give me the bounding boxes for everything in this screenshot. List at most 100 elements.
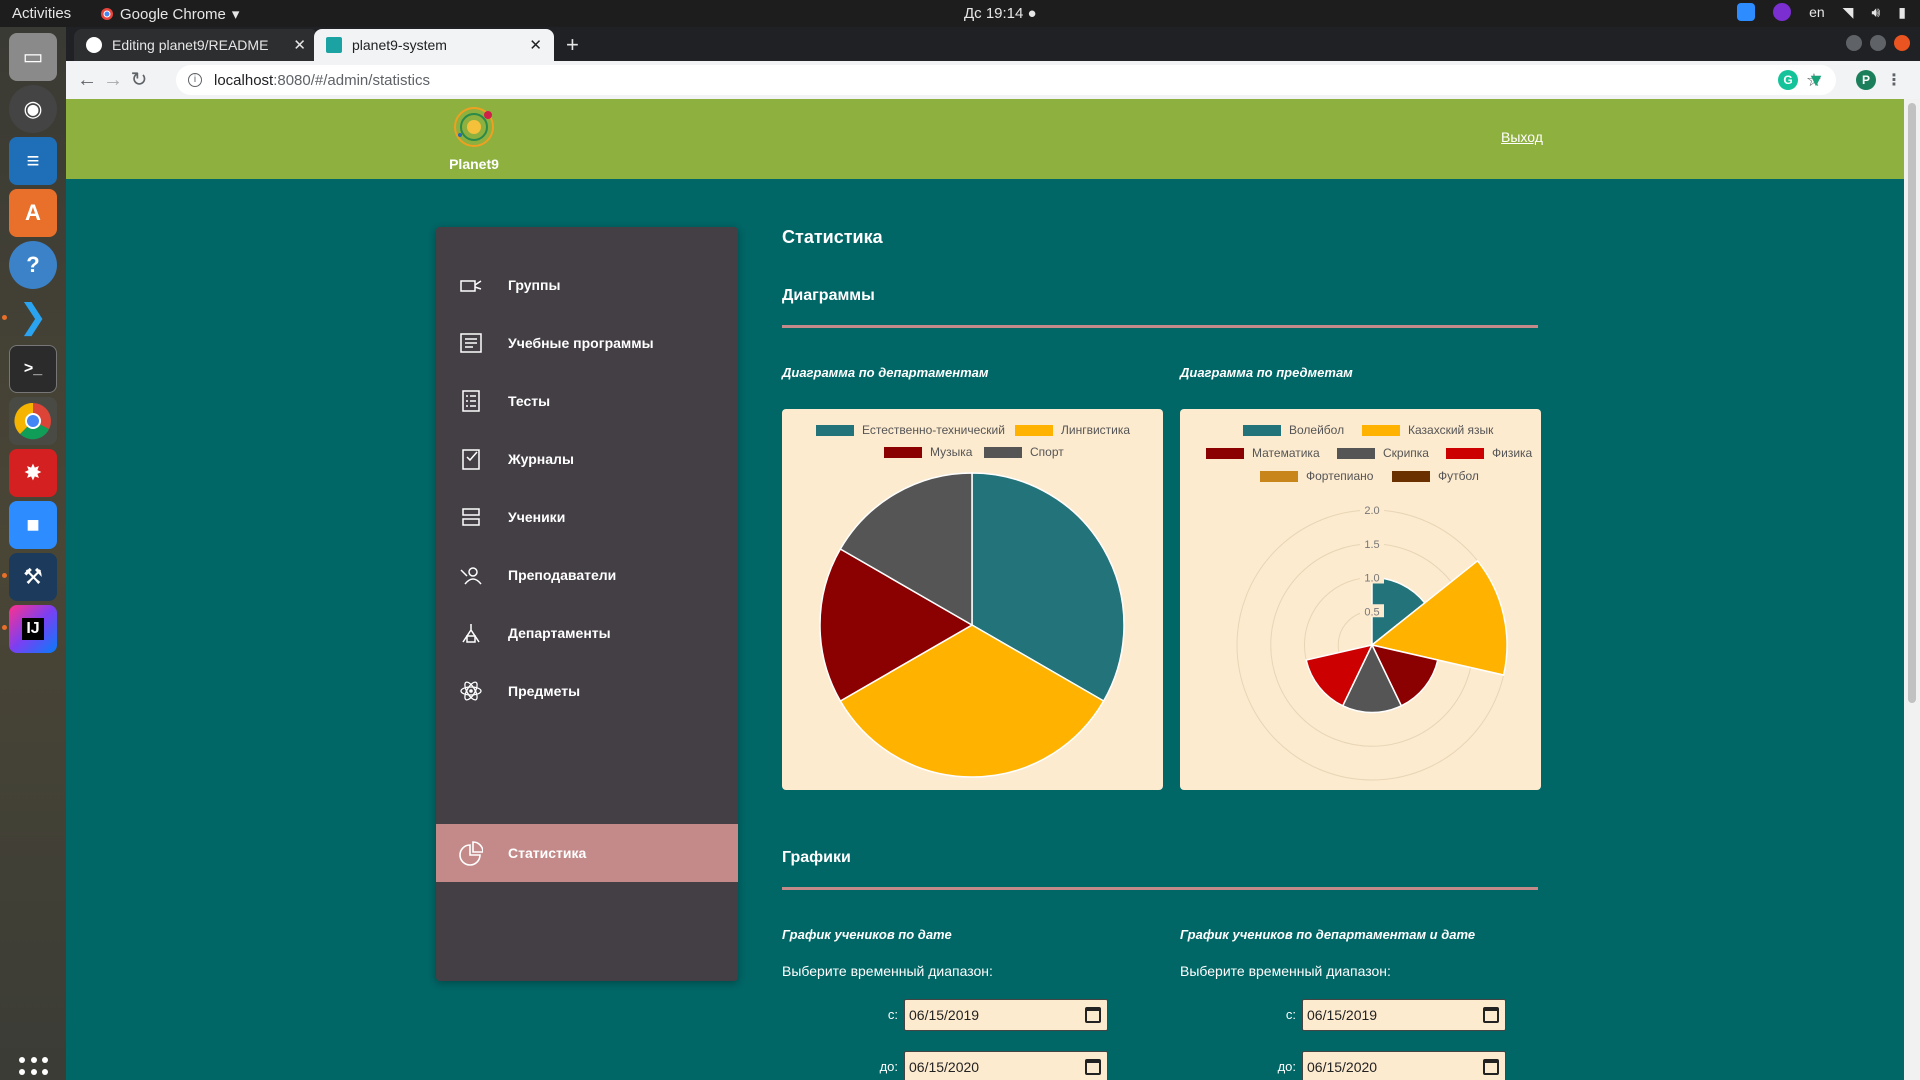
logout-link[interactable]: Выход: [1501, 129, 1543, 145]
subj-chart-title: Диаграмма по предметам: [1180, 365, 1353, 380]
language-indicator[interactable]: en: [1809, 4, 1825, 20]
date-value: 06/15/2019: [909, 1007, 980, 1023]
sidebar-item-students[interactable]: Ученики: [436, 488, 738, 546]
profile-avatar[interactable]: P: [1856, 70, 1876, 90]
planet9-logo-icon: [454, 107, 494, 147]
from-label: с:: [887, 1007, 898, 1022]
mysql-workbench-icon[interactable]: ⚒: [9, 553, 57, 601]
calendar-icon[interactable]: [1085, 1059, 1101, 1075]
rhythmbox-icon[interactable]: ◉: [9, 85, 57, 133]
clock[interactable]: Дс 19:14 ●: [964, 5, 1037, 22]
sidebar-item-groups[interactable]: Группы: [436, 256, 738, 314]
graph2-title: График учеников по департаментам и дате: [1180, 927, 1476, 942]
to-label: до:: [879, 1059, 898, 1074]
close-icon[interactable]: ✕: [529, 36, 542, 54]
sidebar-item-teachers[interactable]: Преподаватели: [436, 546, 738, 604]
app-menu-label: Google Chrome: [120, 5, 226, 23]
vscode-icon[interactable]: ❯: [9, 293, 57, 341]
scrollbar-thumb[interactable]: [1908, 103, 1916, 703]
divider: [782, 887, 1538, 890]
zoom-icon[interactable]: ■: [9, 501, 57, 549]
close-icon[interactable]: ✕: [293, 36, 306, 54]
app-tray-icon[interactable]: [1773, 3, 1792, 21]
app-header: Planet9 Выход: [66, 99, 1904, 179]
help-icon[interactable]: ?: [9, 241, 57, 289]
polar-tick-label: 0.5: [1364, 606, 1379, 618]
to-label: до:: [1277, 1059, 1296, 1074]
sidebar-item-statistics[interactable]: Статистика: [436, 824, 738, 882]
wolfram-icon[interactable]: ✸: [9, 449, 57, 497]
app-menu[interactable]: Google Chrome ▾: [100, 5, 239, 23]
minimize-button[interactable]: [1846, 35, 1862, 51]
graph1-to-date-input[interactable]: 06/15/2020: [904, 1051, 1108, 1080]
sidebar-item-label: Журналы: [508, 451, 574, 467]
subjects-atom-icon: [459, 679, 483, 703]
chrome-small-icon: [101, 8, 113, 20]
calendar-icon[interactable]: [1483, 1059, 1499, 1075]
journals-icon: [459, 447, 483, 471]
tab-label: planet9-system: [352, 37, 447, 53]
battery-icon[interactable]: ▮: [1898, 4, 1906, 21]
intellij-icon[interactable]: IJ: [9, 605, 57, 653]
activities-button[interactable]: Activities: [12, 5, 71, 22]
github-icon: [86, 37, 102, 53]
calendar-icon[interactable]: [1483, 1007, 1499, 1023]
graph2-to-date-input[interactable]: 06/15/2020: [1302, 1051, 1506, 1080]
sidebar-item-label: Группы: [508, 277, 561, 293]
files-icon[interactable]: ▭: [9, 33, 57, 81]
page-scrollbar[interactable]: [1904, 99, 1920, 1080]
tests-icon: [459, 389, 483, 413]
sidebar-item-label: Преподаватели: [508, 567, 617, 583]
new-tab-button[interactable]: +: [566, 32, 579, 58]
graph2-from-date-input[interactable]: 06/15/2019: [1302, 999, 1506, 1031]
tab-readme[interactable]: Editing planet9/README ✕: [74, 29, 318, 61]
maximize-button[interactable]: [1870, 35, 1886, 51]
sidebar-item-label: Ученики: [508, 509, 566, 525]
statistics-pie-icon: [459, 841, 483, 866]
menu-kebab-icon[interactable]: ⋮: [1884, 70, 1904, 90]
back-arrow-icon[interactable]: ←: [74, 67, 100, 93]
dept-chart-title: Диаграмма по департаментам: [782, 365, 989, 380]
vue-devtools-extension-icon[interactable]: ▼: [1806, 70, 1826, 90]
polar-tick-label: 1.0: [1364, 573, 1379, 585]
sidebar-item-subjects[interactable]: Предметы: [436, 662, 738, 720]
zoom-tray-icon[interactable]: [1737, 3, 1756, 21]
sidebar-item-tests[interactable]: Тесты: [436, 372, 738, 430]
logo[interactable]: Planet9: [444, 105, 504, 172]
sidebar-item-journals[interactable]: Журналы: [436, 430, 738, 488]
grammarly-extension-icon[interactable]: G: [1778, 70, 1798, 90]
show-apps-icon[interactable]: [19, 1057, 49, 1080]
info-icon[interactable]: i: [188, 73, 202, 87]
calendar-icon[interactable]: [1085, 1007, 1101, 1023]
chrome-icon[interactable]: [9, 397, 57, 445]
running-indicator: [2, 625, 7, 630]
window-close-button[interactable]: [1894, 35, 1910, 51]
polar-tick-label: 2.0: [1364, 505, 1379, 517]
departments-icon: [459, 621, 483, 645]
software-center-icon[interactable]: A: [9, 189, 57, 237]
diagrams-heading: Диаграммы: [782, 287, 875, 304]
polar-tick-label: 1.5: [1364, 539, 1379, 551]
sidebar-item-label: Тесты: [508, 393, 551, 409]
sidebar-item-label: Департаменты: [508, 625, 611, 641]
writer-icon[interactable]: ≡: [9, 137, 57, 185]
date-value: 06/15/2019: [1307, 1007, 1378, 1023]
dock: ▭ ◉ ≡ A ? ❯ >_ ✸ ■ ⚒ IJ: [0, 27, 66, 1080]
reload-icon[interactable]: ↻: [126, 67, 152, 93]
divider: [782, 325, 1538, 328]
forward-arrow-icon[interactable]: →: [100, 67, 126, 93]
from-label: с:: [1285, 1007, 1296, 1022]
dept-pie-chart: [819, 472, 1125, 778]
wifi-icon[interactable]: ◥: [1843, 4, 1854, 21]
terminal-icon[interactable]: >_: [9, 345, 57, 393]
tab-planet9-system[interactable]: planet9-system ✕: [314, 29, 554, 61]
tab-strip: Editing planet9/README ✕ planet9-system …: [66, 27, 1920, 61]
sidebar-item-departments[interactable]: Департаменты: [436, 604, 738, 662]
address-bar[interactable]: i localhost:8080/#/admin/statistics ☆: [176, 65, 1836, 95]
volume-icon[interactable]: 🔊︎: [1871, 4, 1880, 21]
graph1-title: График учеников по дате: [782, 927, 952, 942]
sidebar-item-curriculum[interactable]: Учебные программы: [436, 314, 738, 372]
url-host: localhost: [214, 71, 274, 89]
graph1-from-date-input[interactable]: 06/15/2019: [904, 999, 1108, 1031]
sidebar: Группы Учебные программы Тесты Журналы У…: [436, 227, 738, 981]
